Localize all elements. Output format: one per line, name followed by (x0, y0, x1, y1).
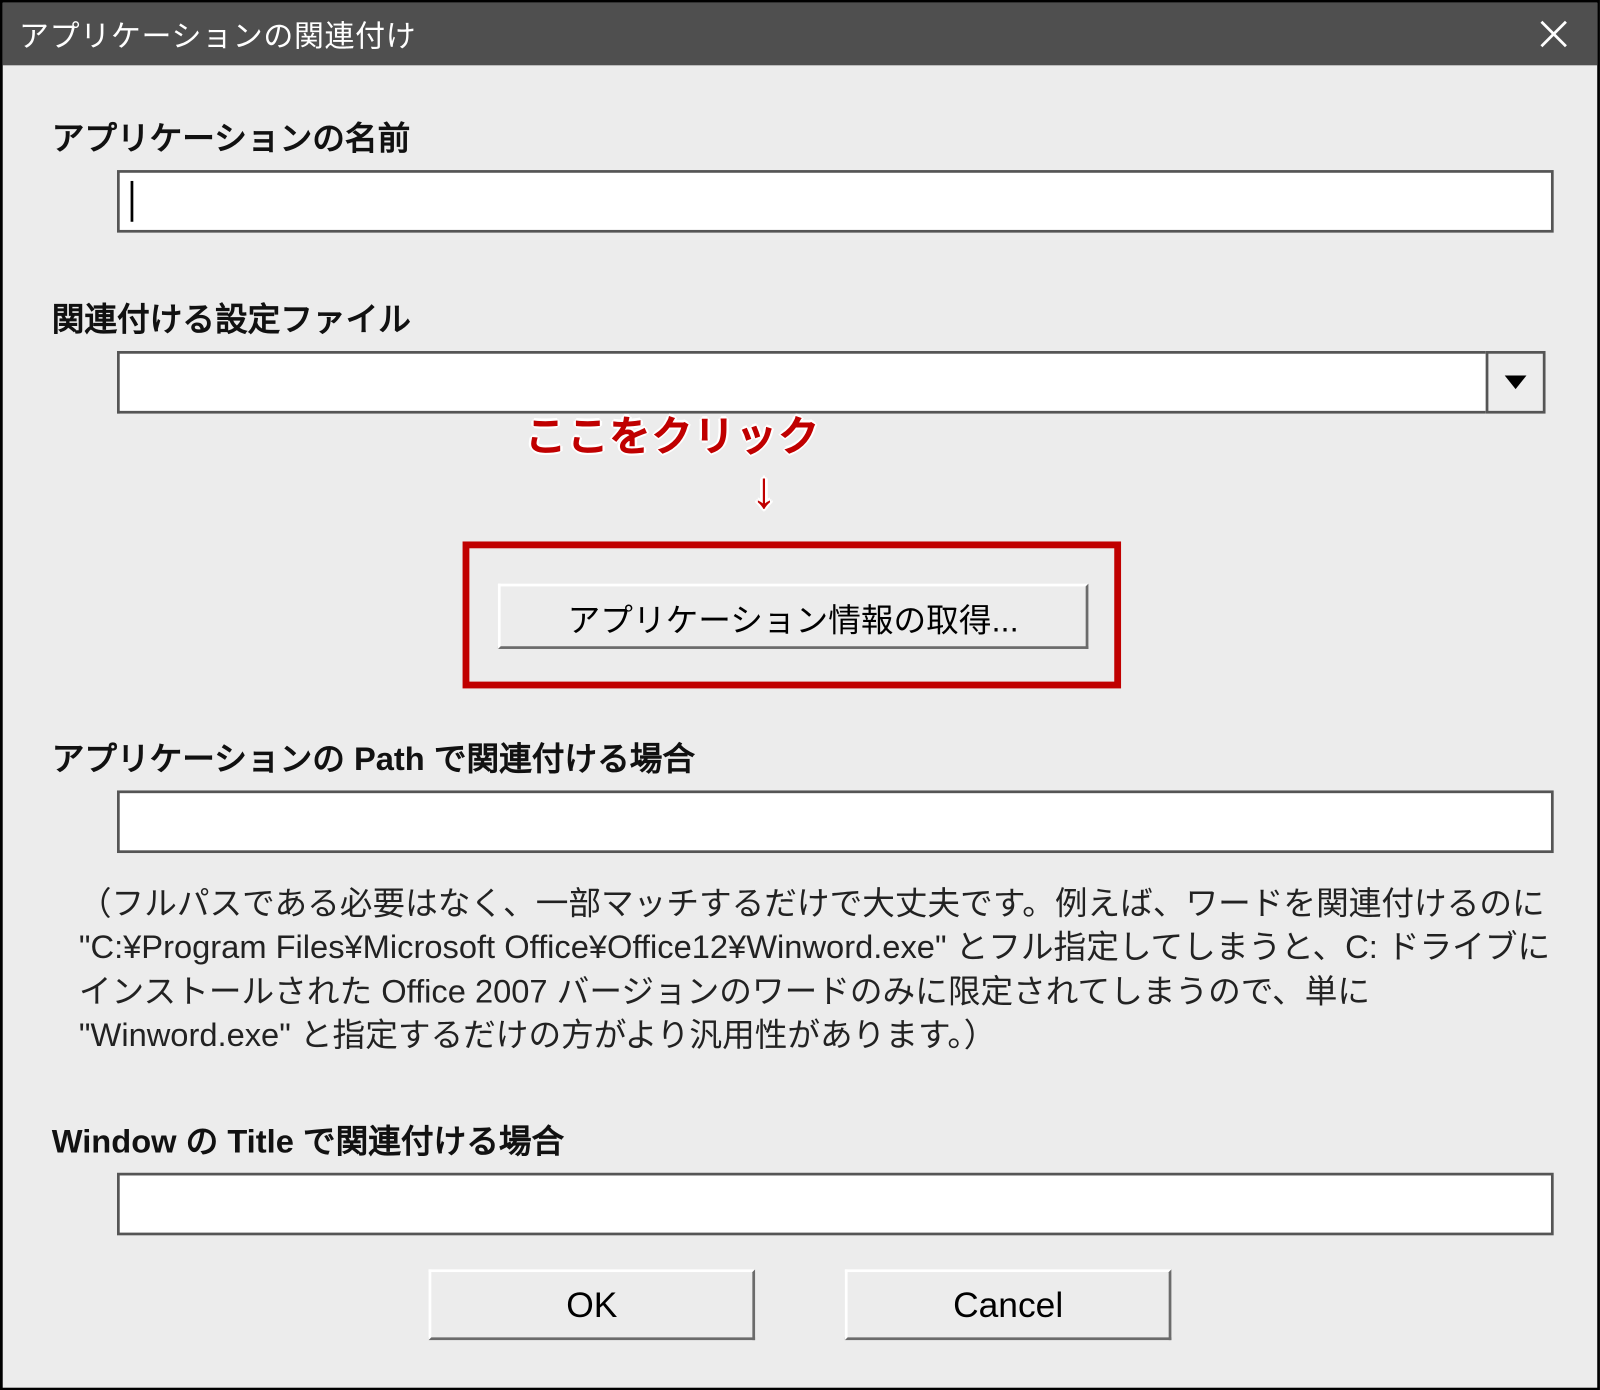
chevron-down-icon (1505, 375, 1527, 389)
dialog-button-bar: OK Cancel (3, 1249, 1598, 1388)
app-path-label: アプリケーションの Path で関連付ける場合 (52, 732, 1546, 780)
ok-button[interactable]: OK (429, 1269, 756, 1340)
close-icon (1539, 19, 1569, 49)
settings-file-label: 関連付ける設定ファイル (52, 293, 1546, 341)
down-arrow-icon: ↓ (751, 463, 777, 522)
app-path-input[interactable] (117, 790, 1554, 853)
combobox-dropdown-button[interactable] (1486, 351, 1546, 414)
annotation-text: ここをクリック (525, 403, 820, 463)
window-title-input[interactable] (117, 1172, 1554, 1235)
settings-file-combobox[interactable] (117, 351, 1546, 414)
ok-label: OK (566, 1284, 617, 1326)
cancel-button[interactable]: Cancel (845, 1269, 1172, 1340)
dialog-window: アプリケーションの関連付け ここをクリック ↓ アプリケーションの名前 関連付け… (0, 0, 1600, 1390)
app-name-input[interactable] (117, 170, 1554, 233)
cancel-label: Cancel (953, 1284, 1063, 1326)
window-title-label: Window の Title で関連付ける場合 (52, 1114, 1546, 1162)
get-app-info-button[interactable]: アプリケーション情報の取得... (498, 584, 1088, 649)
close-button[interactable] (1524, 7, 1584, 61)
text-cursor (131, 181, 134, 222)
titlebar: アプリケーションの関連付け (3, 3, 1598, 66)
app-name-label: アプリケーションの名前 (52, 112, 1546, 160)
app-path-note: （フルパスである必要はなく、一部マッチするだけで大丈夫です。例えば、ワードを関連… (79, 883, 1562, 1059)
window-title: アプリケーションの関連付け (19, 12, 1524, 56)
get-app-info-label: アプリケーション情報の取得... (568, 592, 1019, 640)
